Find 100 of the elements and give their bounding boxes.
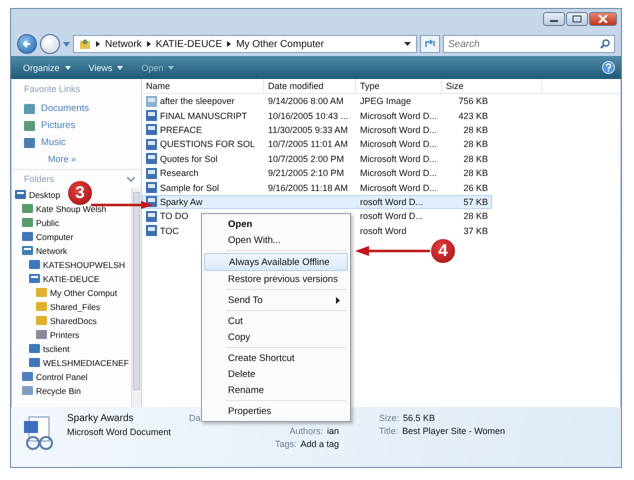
breadcrumb-arrow-icon (146, 41, 151, 47)
refresh-button[interactable] (420, 35, 440, 53)
computer-icon (29, 259, 40, 270)
tree-item[interactable]: WELSHMEDIACENEF (29, 357, 129, 368)
user-folder-icon (79, 38, 91, 50)
search-icon (600, 39, 610, 49)
field-label: Size: (379, 413, 400, 423)
menu-item[interactable]: Create Shortcut (204, 350, 348, 366)
file-name[interactable]: FINAL MANUSCRIPT (160, 110, 248, 121)
tree-item[interactable]: Network (22, 245, 68, 256)
file-name[interactable]: TOC (160, 226, 179, 236)
tree-item[interactable]: Control Panel (22, 371, 88, 382)
menu-item[interactable]: Send To (204, 292, 348, 308)
document-icon (146, 110, 157, 122)
file-name[interactable]: Quotes for Sol (160, 154, 218, 164)
column-header[interactable]: Name (142, 79, 264, 93)
close-button[interactable] (589, 12, 617, 26)
tree-item[interactable]: Public (22, 217, 60, 228)
type-cell: Microsoft Word D... (360, 110, 437, 121)
file-name[interactable]: Sample for Sol (160, 182, 220, 193)
maximize-button[interactable] (566, 12, 588, 26)
size-cell: 37 KB (463, 226, 488, 236)
file-name[interactable]: Research (160, 168, 199, 178)
toolbar-button[interactable]: Views (82, 62, 130, 74)
tree-item[interactable]: Computer (22, 231, 74, 242)
field-value[interactable]: ian (326, 426, 339, 436)
breadcrumb[interactable]: Network (105, 38, 142, 50)
menu-item[interactable]: Cut (204, 313, 348, 329)
control-panel-icon (22, 371, 33, 382)
menu-item[interactable]: Restore previous versions (204, 271, 348, 287)
file-name: Sparky Awards (67, 413, 135, 424)
computer-icon (29, 343, 40, 354)
field-label: Tags: (274, 439, 296, 449)
scrollbar[interactable] (131, 188, 141, 407)
size-cell: 28 KB (463, 139, 488, 150)
field-value[interactable]: 56.5 KB (403, 413, 436, 423)
menu-item[interactable]: Rename (204, 382, 348, 398)
forward-button[interactable] (40, 34, 60, 54)
recycle-bin-icon (22, 385, 33, 396)
minimize-button[interactable] (543, 12, 565, 26)
tree-item[interactable]: SharedDocs (36, 315, 97, 326)
help-button[interactable] (602, 61, 615, 74)
field-value[interactable]: Best Player Site - Women (402, 426, 506, 436)
dropdown-icon[interactable] (404, 42, 411, 46)
file-name[interactable]: QUESTIONS FOR SOL (160, 139, 256, 150)
menu-item[interactable]: Open With... (204, 232, 348, 248)
menu-item[interactable]: Always Available Offline (204, 253, 348, 271)
chevron-icon[interactable] (127, 176, 135, 182)
field-value[interactable]: Add a tag (300, 439, 339, 449)
more-link[interactable]: More » (48, 154, 76, 164)
tree-item[interactable]: Desktop (15, 189, 60, 200)
computer-icon (29, 357, 40, 368)
caret-icon (64, 66, 71, 70)
tree-item[interactable]: KATESHOUPWELSH (29, 259, 126, 270)
date-cell: 9/16/2005 11:18 AM (268, 182, 348, 193)
breadcrumb[interactable]: KATIE-DEUCE (156, 38, 222, 50)
breadcrumb[interactable]: My Other Computer (236, 38, 324, 50)
search-field[interactable]: Search (443, 35, 615, 53)
menu-item[interactable]: Open (204, 216, 348, 232)
selected-row[interactable]: Sparky Aw rosoft Word D... 57 KB (142, 194, 492, 210)
menu-item[interactable]: Copy (204, 329, 348, 345)
document-icon (146, 168, 157, 179)
size-cell: 28 KB (463, 154, 488, 164)
column-header[interactable]: Date modified (264, 79, 356, 93)
size-cell: 28 KB (463, 168, 488, 178)
address-bar[interactable]: Network KATIE-DEUCE My Other Computer (73, 35, 417, 53)
file-name[interactable]: after the sleepover (160, 96, 235, 106)
size-cell: 28 KB (463, 211, 488, 222)
tree-item[interactable]: My Other Comput (36, 287, 118, 298)
history-dropdown-icon[interactable] (63, 42, 70, 46)
tree-item[interactable]: KATIE-DEUCE (29, 273, 100, 284)
submenu-arrow-icon (336, 296, 340, 304)
date-cell: 10/7/2005 2:00 PM (268, 154, 344, 164)
column-header[interactable]: Size (442, 79, 542, 93)
file-name[interactable]: PREFACE (160, 124, 202, 135)
tree-item[interactable]: Printers (36, 329, 80, 340)
favorite-link[interactable]: Music (12, 134, 141, 151)
size-cell: 756 KB (458, 96, 488, 106)
tree-item[interactable]: Kate Shoup Welsh (22, 203, 106, 214)
tree-item[interactable]: tsclient (29, 343, 70, 354)
menu-item[interactable]: Properties (204, 403, 348, 419)
column-header[interactable]: Type (356, 79, 442, 93)
favorite-link[interactable]: Pictures (12, 117, 141, 134)
file-name[interactable]: TO DO (160, 211, 188, 222)
menu-item[interactable]: Delete (204, 366, 348, 382)
user-folder-icon (22, 203, 33, 214)
caret-icon (168, 66, 174, 70)
file-type: Microsoft Word Document (67, 427, 172, 437)
computer-icon (22, 231, 33, 242)
toolbar-button[interactable]: Organize (17, 62, 77, 74)
file-name[interactable]: Sparky Aw (160, 196, 202, 207)
date-cell: 10/7/2005 11:01 AM (268, 139, 348, 150)
network-icon (22, 245, 33, 256)
type-cell: Microsoft Word D... (360, 182, 437, 193)
user-folder-icon (22, 217, 33, 228)
favorite-link[interactable]: Documents (12, 100, 141, 117)
back-button[interactable] (17, 34, 37, 54)
tree-item[interactable]: Shared_Files (36, 301, 100, 312)
date-cell: 10/16/2005 10:43 ... (268, 110, 348, 121)
tree-item[interactable]: Recycle Bin (22, 385, 81, 396)
